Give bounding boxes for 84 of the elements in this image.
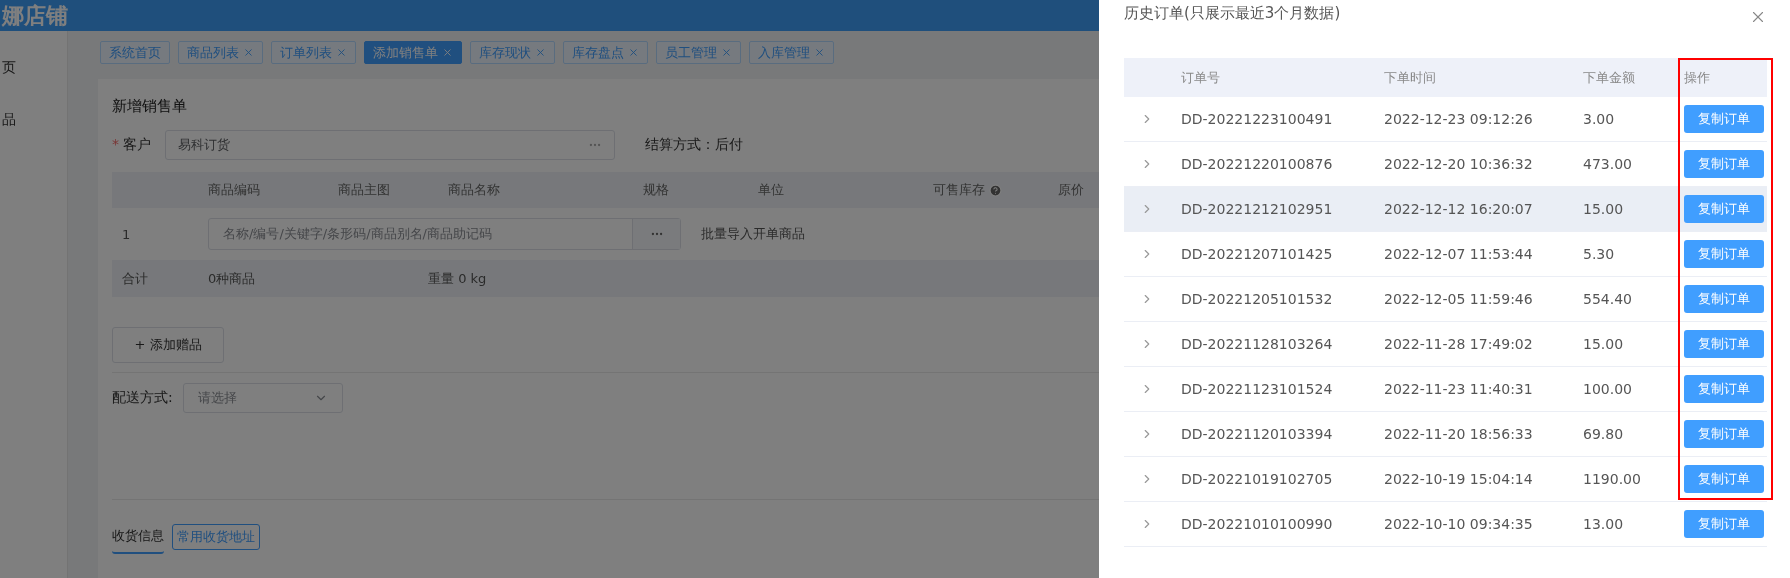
copy-order-button[interactable]: 复制订单 (1684, 150, 1764, 178)
order-time: 2022-11-28 17:49:02 (1384, 336, 1534, 352)
column-header: 可售库存 (933, 181, 1058, 199)
column-header: 商品编码 (208, 181, 261, 199)
info-tab[interactable]: 收货信息 (112, 520, 164, 554)
close-icon[interactable] (243, 47, 254, 58)
order-amount: 5.30 (1583, 246, 1616, 262)
page-tab[interactable]: 添加销售单 (364, 41, 462, 64)
order-amount: 69.80 (1583, 426, 1625, 442)
copy-order-button[interactable]: 复制订单 (1684, 105, 1764, 133)
batch-import-link[interactable]: 批量导入开单商品 (701, 225, 901, 243)
order-number: DD-20221120103394 (1181, 426, 1334, 442)
order-number: DD-20221220100876 (1181, 156, 1334, 172)
copy-order-button[interactable]: 复制订单 (1684, 465, 1764, 493)
total-label: 合计 (121, 269, 149, 288)
close-icon[interactable] (721, 47, 732, 58)
customer-field[interactable]: 易科订货 (165, 130, 615, 160)
order-amount: 15.00 (1583, 201, 1625, 217)
sidebar-item[interactable]: 页 (2, 59, 67, 77)
order-number: DD-20221019102705 (1181, 471, 1334, 487)
column-header: 订单号 (1181, 68, 1221, 87)
order-time: 2022-12-12 16:20:07 (1384, 201, 1534, 217)
column-header: 下单金额 (1583, 68, 1636, 87)
close-icon[interactable] (628, 47, 639, 58)
page-tab[interactable]: 订单列表 (271, 41, 356, 64)
order-number: DD-20221010100990 (1181, 516, 1334, 532)
order-amount: 554.40 (1583, 291, 1633, 307)
copy-order-button[interactable]: 复制订单 (1684, 285, 1764, 313)
page-tab[interactable]: 库存盘点 (563, 41, 648, 64)
close-icon[interactable] (814, 47, 825, 58)
total-count: 0种商品 (208, 269, 257, 288)
column-header: 原价 (1058, 181, 1085, 199)
order-amount: 100.00 (1583, 381, 1633, 397)
delivery-label: 配送方式: (112, 389, 173, 407)
copy-order-button[interactable]: 复制订单 (1684, 510, 1764, 538)
copy-order-button[interactable]: 复制订单 (1684, 240, 1764, 268)
app-logo: 娜店铺 (2, 1, 68, 30)
customer-label: * 客户 (112, 136, 151, 154)
order-number: DD-20221212102951 (1181, 201, 1334, 217)
page-tab[interactable]: 入库管理 (749, 41, 834, 64)
order-number: DD-20221207101425 (1181, 246, 1334, 262)
order-time: 2022-12-05 11:59:46 (1384, 291, 1534, 307)
order-time: 2022-12-23 09:12:26 (1384, 111, 1534, 127)
column-header: 规格 (643, 181, 670, 199)
order-time: 2022-10-19 15:04:14 (1384, 471, 1534, 487)
close-icon[interactable] (535, 47, 546, 58)
order-amount: 13.00 (1583, 516, 1625, 532)
column-header: 操作 (1684, 68, 1711, 87)
form-title: 新增销售单 (112, 97, 188, 116)
order-number: DD-20221223100491 (1181, 111, 1334, 127)
order-time: 2022-10-10 09:34:35 (1384, 516, 1534, 532)
order-amount: 15.00 (1583, 336, 1625, 352)
page-tab[interactable]: 系统首页 (100, 41, 170, 64)
column-header: 商品名称 (448, 181, 501, 199)
order-amount: 1190.00 (1583, 471, 1642, 487)
order-amount: 3.00 (1583, 111, 1616, 127)
order-number: DD-20221123101524 (1181, 381, 1334, 397)
settlement-label: 结算方式：后付 (645, 136, 743, 154)
order-time: 2022-11-20 18:56:33 (1384, 426, 1534, 442)
address-button[interactable]: 常用收货地址 (172, 524, 260, 550)
copy-order-button[interactable]: 复制订单 (1684, 195, 1764, 223)
page-tab[interactable]: 商品列表 (178, 41, 263, 64)
drawer-title: 历史订单(只展示最近3个月数据) (1124, 4, 1341, 23)
column-header: 单位 (758, 181, 785, 199)
page-tab[interactable]: 员工管理 (656, 41, 741, 64)
copy-order-button[interactable]: 复制订单 (1684, 420, 1764, 448)
order-time: 2022-11-23 11:40:31 (1384, 381, 1534, 397)
order-number: DD-20221128103264 (1181, 336, 1334, 352)
order-amount: 473.00 (1583, 156, 1633, 172)
order-time: 2022-12-20 10:36:32 (1384, 156, 1534, 172)
page-tab[interactable]: 库存现状 (470, 41, 555, 64)
total-weight: 重量 0 kg (428, 269, 488, 288)
order-time: 2022-12-07 11:53:44 (1384, 246, 1534, 262)
sidebar-item[interactable]: 品 (2, 111, 67, 129)
close-icon[interactable] (442, 47, 453, 58)
column-header: 下单时间 (1384, 68, 1437, 87)
column-header: 商品主图 (338, 181, 391, 199)
add-gift-button[interactable]: + 添加赠品 (112, 327, 224, 363)
order-number: DD-20221205101532 (1181, 291, 1334, 307)
row-number: 1 (121, 226, 132, 242)
copy-order-button[interactable]: 复制订单 (1684, 330, 1764, 358)
copy-order-button[interactable]: 复制订单 (1684, 375, 1764, 403)
close-icon[interactable] (336, 47, 347, 58)
help-icon (989, 183, 1002, 197)
